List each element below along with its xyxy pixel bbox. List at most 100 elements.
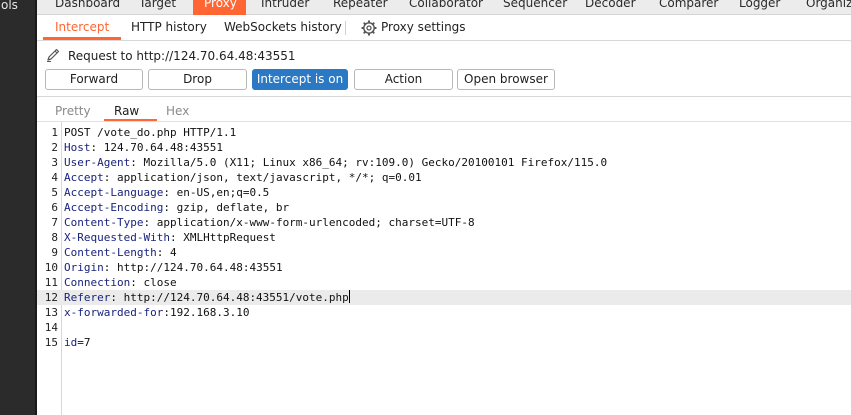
request-line[interactable]: 5 Accept-Language: en-US,en;q=0.5 bbox=[37, 185, 851, 200]
tab-intruder[interactable]: Intruder bbox=[246, 0, 318, 15]
request-line[interactable]: 8 X-Requested-With: XMLHttpRequest bbox=[37, 230, 851, 245]
line-content: Accept-Language: en-US,en;q=0.5 bbox=[64, 185, 269, 200]
request-line[interactable]: 7 Content-Type: application/x-www-form-ur… bbox=[37, 215, 851, 230]
header-separator: = bbox=[77, 336, 84, 349]
header-value: gzip, deflate, br bbox=[176, 201, 290, 214]
line-number: 15 bbox=[44, 336, 58, 349]
request-line[interactable]: 14 bbox=[37, 320, 851, 335]
subtab-proxy-settings[interactable]: Proxy settings bbox=[381, 20, 466, 34]
line-number: 3 bbox=[51, 156, 58, 169]
header-separator: : bbox=[110, 291, 124, 304]
header-separator: : bbox=[163, 201, 177, 214]
request-line[interactable]: 12 Referer: http://124.70.64.48:43551/vot… bbox=[37, 290, 851, 305]
tab-proxy[interactable]: Proxy bbox=[193, 0, 246, 15]
tab-comparer-label: Comparer bbox=[659, 0, 719, 10]
line-number: 8 bbox=[51, 231, 58, 244]
subtab-websockets-history[interactable]: WebSockets history bbox=[224, 20, 342, 34]
forward-button[interactable]: Forward bbox=[45, 69, 143, 90]
line-number: 9 bbox=[51, 246, 58, 259]
line-content: Content-Length: 4 bbox=[64, 245, 177, 260]
header-value: 7 bbox=[83, 336, 91, 349]
request-line[interactable]: 9 Content-Length: 4 bbox=[37, 245, 851, 260]
request-line[interactable]: 4 Accept: application/json, text/javascri… bbox=[37, 170, 851, 185]
drop-button[interactable]: Drop bbox=[148, 69, 247, 90]
header-value: http://124.70.64.48:43551 bbox=[117, 261, 283, 274]
action-button[interactable]: Action bbox=[354, 69, 453, 90]
message-view-tabs: Pretty Raw Hex bbox=[37, 97, 851, 121]
tab-repeater[interactable]: Repeater bbox=[318, 0, 394, 15]
tab-intruder-label: Intruder bbox=[261, 0, 310, 10]
header-value: Mozilla/5.0 (X11; Linux x86_64; rv:109.0… bbox=[143, 156, 608, 169]
header-name: X-Requested-With bbox=[64, 231, 170, 244]
tab-organizer[interactable]: Organize bbox=[803, 0, 851, 15]
line-number: 11 bbox=[44, 276, 58, 289]
header-value: close bbox=[143, 276, 177, 289]
line-content: POST /vote_do.php HTTP/1.1 bbox=[64, 125, 236, 140]
text-caret bbox=[348, 290, 350, 303]
intercept-toggle-button[interactable]: Intercept is on bbox=[252, 69, 348, 90]
tab-sequencer-label: Sequencer bbox=[503, 0, 568, 10]
line-content: Accept-Encoding: gzip, deflate, br bbox=[64, 200, 289, 215]
request-line[interactable]: 6 Accept-Encoding: gzip, deflate, br bbox=[37, 200, 851, 215]
header-value: XMLHttpRequest bbox=[183, 231, 276, 244]
tab-target[interactable]: Target bbox=[125, 0, 194, 15]
subtab-http-history[interactable]: HTTP history bbox=[131, 20, 207, 34]
line-content: User-Agent: Mozilla/5.0 (X11; Linux x86_… bbox=[64, 155, 607, 170]
tab-organizer-label: Organize bbox=[806, 0, 851, 10]
tab-decoder[interactable]: Decoder bbox=[576, 0, 651, 15]
header-value: 192.168.3.10 bbox=[169, 306, 250, 319]
header-value: POST /vote_do.php HTTP/1.1 bbox=[64, 126, 237, 139]
line-content: Referer: http://124.70.64.48:43551/vote.… bbox=[64, 290, 350, 305]
header-value: application/x-www-form-urlencoded; chars… bbox=[156, 216, 475, 229]
request-line[interactable]: 3 User-Agent: Mozilla/5.0 (X11; Linux x86… bbox=[37, 155, 851, 170]
header-separator: : bbox=[130, 156, 144, 169]
tab-dashboard[interactable]: Dashboard bbox=[37, 0, 125, 15]
line-number: 4 bbox=[51, 171, 58, 184]
header-value: http://124.70.64.48:43551/vote.php bbox=[123, 291, 349, 304]
header-separator: : bbox=[156, 246, 170, 259]
request-editor[interactable]: 1 POST /vote_do.php HTTP/1.1 2 Host: 124.70… bbox=[37, 122, 851, 415]
request-line[interactable]: 2 Host: 124.70.64.48:43551 bbox=[37, 140, 851, 155]
tab-comparer[interactable]: Comparer bbox=[651, 0, 739, 15]
main-tab-bar: Dashboard Target Proxy Intruder Repeater… bbox=[37, 0, 851, 15]
header-name: Accept-Language bbox=[64, 186, 164, 199]
line-content: id=7 bbox=[64, 335, 91, 350]
gear-icon[interactable] bbox=[361, 20, 377, 36]
tab-proxy-label: Proxy bbox=[204, 0, 237, 10]
tab-dashboard-label: Dashboard bbox=[55, 0, 121, 10]
header-name: Accept bbox=[64, 171, 104, 184]
header-name: x-forwarded-for bbox=[64, 306, 164, 319]
view-tab-raw[interactable]: Raw bbox=[114, 104, 139, 118]
line-number: 1 bbox=[51, 126, 58, 139]
tab-logger[interactable]: Logger bbox=[739, 0, 803, 15]
header-separator: : bbox=[130, 276, 144, 289]
pencil-icon bbox=[47, 48, 60, 62]
line-number: 7 bbox=[51, 216, 58, 229]
tab-repeater-label: Repeater bbox=[333, 0, 388, 10]
open-browser-button[interactable]: Open browser bbox=[457, 69, 555, 90]
header-name: Host bbox=[64, 141, 91, 154]
header-name: Origin bbox=[64, 261, 104, 274]
request-line[interactable]: 15 id=7 bbox=[37, 335, 851, 350]
request-line[interactable]: 11 Connection: close bbox=[37, 275, 851, 290]
line-content: X-Requested-With: XMLHttpRequest bbox=[64, 230, 276, 245]
burp-app: Dashboard Target Proxy Intruder Repeater… bbox=[37, 0, 851, 415]
left-window-strip: ols bbox=[0, 0, 37, 415]
header-value: 124.70.64.48:43551 bbox=[103, 141, 223, 154]
subtab-intercept[interactable]: Intercept bbox=[55, 20, 109, 34]
request-target-text: Request to http://124.70.64.48:43551 bbox=[68, 49, 296, 63]
view-tab-hex[interactable]: Hex bbox=[166, 104, 189, 118]
header-separator: : bbox=[90, 141, 104, 154]
header-separator: : bbox=[163, 186, 177, 199]
request-line[interactable]: 13 x-forwarded-for:192.168.3.10 bbox=[37, 305, 851, 320]
tab-collaborator[interactable]: Collaborator bbox=[394, 0, 489, 15]
request-line[interactable]: 10 Origin: http://124.70.64.48:43551 bbox=[37, 260, 851, 275]
view-tab-pretty[interactable]: Pretty bbox=[55, 104, 91, 118]
header-separator: : bbox=[103, 261, 117, 274]
header-name: Connection bbox=[64, 276, 131, 289]
tab-target-label: Target bbox=[139, 0, 177, 10]
header-value: en-US,en;q=0.5 bbox=[176, 186, 270, 199]
request-line[interactable]: 1 POST /vote_do.php HTTP/1.1 bbox=[37, 125, 851, 140]
header-name: Accept-Encoding bbox=[64, 201, 164, 214]
tab-sequencer[interactable]: Sequencer bbox=[489, 0, 576, 15]
